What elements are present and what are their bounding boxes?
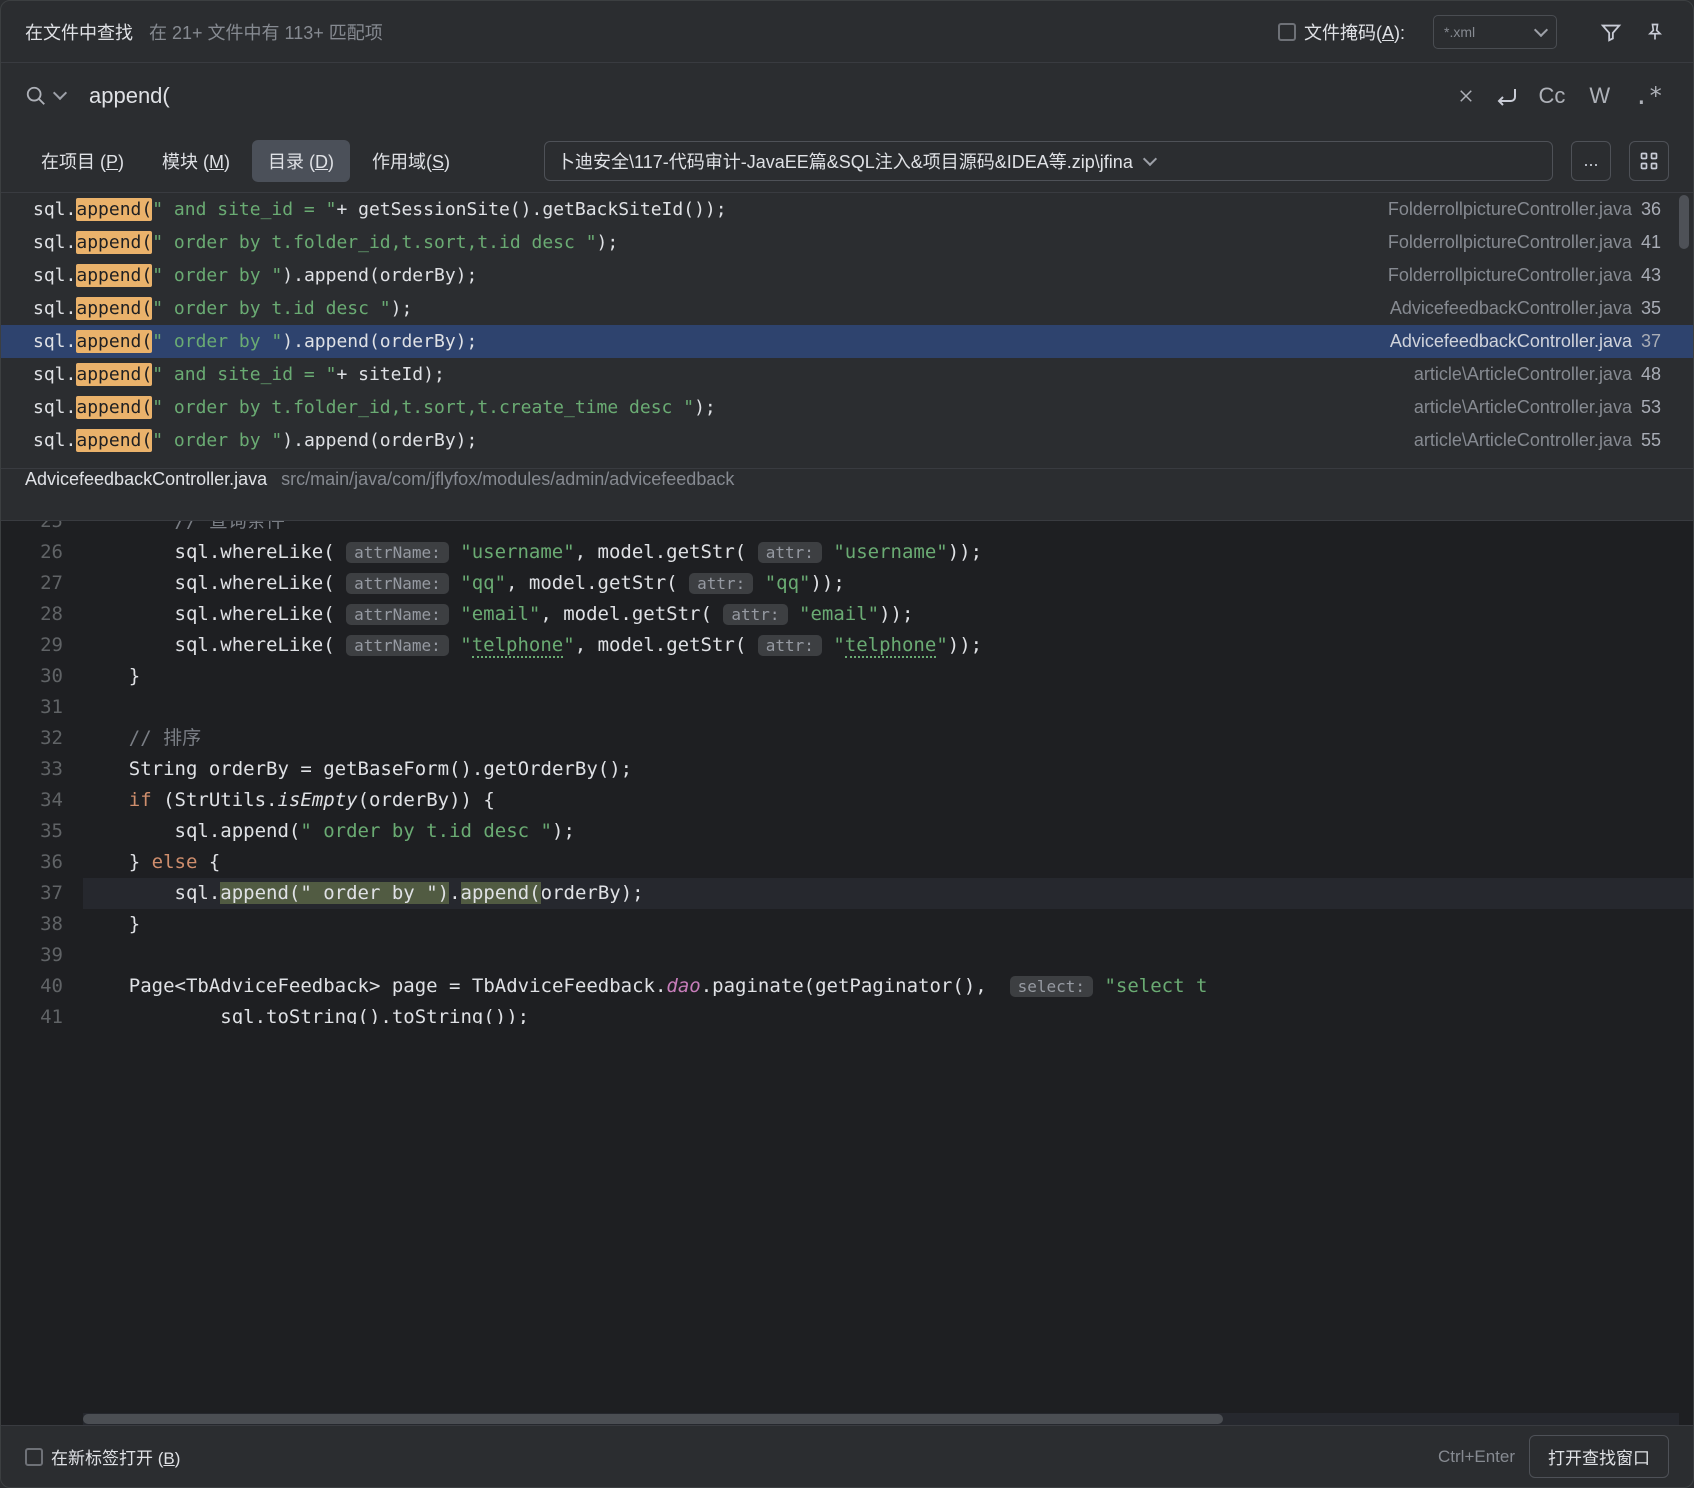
scope-tab[interactable]: 作用域(S) <box>356 140 466 182</box>
scrollbar-thumb[interactable] <box>1679 195 1689 249</box>
code-line: // 排序 <box>83 723 1693 754</box>
gutter-line-number: 36 <box>1 847 63 878</box>
scope-tab[interactable]: 模块 (M) <box>146 140 246 182</box>
regex-toggle[interactable]: .* <box>1628 82 1669 110</box>
code-line: sql.whereLike( attrName: "qq", model.get… <box>83 568 1693 599</box>
search-bar: Cc W .* <box>1 63 1693 129</box>
gutter-line-number: 37 <box>1 878 63 909</box>
clear-search-icon[interactable] <box>1452 82 1480 110</box>
chevron-down-icon <box>1143 151 1157 165</box>
gutter-line-number: 40 <box>1 971 63 1002</box>
preview-file-name: AdvicefeedbackController.java <box>25 469 267 490</box>
open-in-new-tab-checkbox[interactable]: 在新标签打开 (B) <box>25 1444 180 1469</box>
editor-horizontal-scrollbar[interactable] <box>83 1413 1679 1425</box>
file-mask-label: 文件掩码(A): <box>1304 19 1405 45</box>
checkbox-icon <box>1278 23 1296 41</box>
result-file: AdvicefeedbackController.java 37 <box>1378 331 1661 352</box>
code-line: sql.toString().toString()); <box>83 1002 1693 1024</box>
code-line: sql.whereLike( attrName: "username", mod… <box>83 537 1693 568</box>
gutter-line-number: 29 <box>1 630 63 661</box>
newline-icon[interactable] <box>1492 82 1520 110</box>
code-preview-editor[interactable]: 2526272829303132333435363738394041 // 查询… <box>1 521 1693 1425</box>
results-scrollbar[interactable] <box>1679 193 1691 468</box>
gutter-line-number: 27 <box>1 568 63 599</box>
footer: 在新标签打开 (B) Ctrl+Enter 打开查找窗口 <box>1 1425 1693 1487</box>
find-in-files-window: 在文件中查找 在 21+ 文件中有 113+ 匹配项 文件掩码(A): *.xm… <box>0 0 1694 1488</box>
tree-options-button[interactable] <box>1629 141 1669 181</box>
scope-bar: 在项目 (P)模块 (M)目录 (D)作用域(S) 卜迪安全\117-代码审计-… <box>1 129 1693 193</box>
shortcut-hint: Ctrl+Enter <box>1438 1447 1515 1467</box>
results-list: sql.append(" and site_id = " + getSessio… <box>1 193 1693 469</box>
code-line: // 查询条件 <box>83 521 1693 537</box>
match-stats: 在 21+ 文件中有 113+ 匹配项 <box>149 19 383 45</box>
preview-header: AdvicefeedbackController.java src/main/j… <box>1 469 1693 521</box>
code-line: sql.whereLike( attrName: "email", model.… <box>83 599 1693 630</box>
gutter-line-number: 39 <box>1 940 63 971</box>
editor-code: // 查询条件 sql.whereLike( attrName: "userna… <box>83 521 1693 1425</box>
gutter-line-number: 30 <box>1 661 63 692</box>
code-line: sql.append(" order by t.id desc "); <box>83 816 1693 847</box>
gutter-line-number: 25 <box>1 521 63 537</box>
gutter-line-number: 38 <box>1 909 63 940</box>
preview-file-path: src/main/java/com/jflyfox/modules/admin/… <box>281 469 734 490</box>
scope-tab[interactable]: 目录 (D) <box>252 140 350 182</box>
chevron-down-icon <box>1534 22 1548 36</box>
search-input[interactable] <box>87 82 1440 110</box>
title-bar: 在文件中查找 在 21+ 文件中有 113+ 匹配项 文件掩码(A): *.xm… <box>1 1 1693 63</box>
code-line <box>83 692 1693 723</box>
code-line <box>83 940 1693 971</box>
result-file: article\ArticleController.java 55 <box>1402 430 1661 451</box>
code-line: } <box>83 909 1693 940</box>
result-file: FolderrollpictureController.java 36 <box>1376 199 1661 220</box>
browse-path-button[interactable]: ... <box>1571 141 1611 181</box>
result-file: AdvicefeedbackController.java 35 <box>1378 298 1661 319</box>
code-line: if (StrUtils.isEmpty(orderBy)) { <box>83 785 1693 816</box>
scrollbar-thumb[interactable] <box>83 1414 1223 1424</box>
file-mask-value: *.xml <box>1444 24 1475 40</box>
open-find-window-button[interactable]: 打开查找窗口 <box>1529 1435 1669 1478</box>
code-line: } <box>83 661 1693 692</box>
code-line: String orderBy = getBaseForm().getOrderB… <box>83 754 1693 785</box>
result-row[interactable]: sql.append(" order by t.folder_id,t.sort… <box>1 391 1693 424</box>
match-case-toggle[interactable]: Cc <box>1532 83 1571 109</box>
gutter-line-number: 28 <box>1 599 63 630</box>
scope-tab[interactable]: 在项目 (P) <box>25 140 140 182</box>
filter-icon[interactable] <box>1597 18 1625 46</box>
pin-icon[interactable] <box>1641 18 1669 46</box>
open-in-new-tab-label: 在新标签打开 (B) <box>51 1444 180 1469</box>
directory-path-input[interactable]: 卜迪安全\117-代码审计-JavaEE篇&SQL注入&项目源码&IDEA等.z… <box>544 141 1553 181</box>
search-dropdown-icon[interactable] <box>53 86 67 100</box>
code-line: } else { <box>83 847 1693 878</box>
result-file: FolderrollpictureController.java 41 <box>1376 232 1661 253</box>
gutter-line-number: 32 <box>1 723 63 754</box>
result-row[interactable]: sql.append(" order by t.id desc ");Advic… <box>1 292 1693 325</box>
result-row[interactable]: sql.append(" and site_id = " + getSessio… <box>1 193 1693 226</box>
gutter-line-number: 33 <box>1 754 63 785</box>
file-mask-select[interactable]: *.xml <box>1433 15 1557 49</box>
directory-path-text: 卜迪安全\117-代码审计-JavaEE篇&SQL注入&项目源码&IDEA等.z… <box>557 148 1133 174</box>
result-file: article\ArticleController.java 48 <box>1402 364 1661 385</box>
code-line: sql.append(" order by ").append(orderBy)… <box>83 878 1693 909</box>
code-line: sql.whereLike( attrName: "telphone", mod… <box>83 630 1693 661</box>
code-line: Page<TbAdviceFeedback> page = TbAdviceFe… <box>83 971 1693 1002</box>
editor-gutter: 2526272829303132333435363738394041 <box>1 521 83 1425</box>
whole-word-toggle[interactable]: W <box>1583 83 1616 109</box>
gutter-line-number: 26 <box>1 537 63 568</box>
search-icon <box>25 85 47 107</box>
file-mask-checkbox[interactable]: 文件掩码(A): <box>1278 19 1405 45</box>
result-file: article\ArticleController.java 53 <box>1402 397 1661 418</box>
gutter-line-number: 34 <box>1 785 63 816</box>
result-row[interactable]: sql.append(" order by ").append(orderBy)… <box>1 259 1693 292</box>
result-row[interactable]: sql.append(" order by ").append(orderBy)… <box>1 325 1693 358</box>
gutter-line-number: 31 <box>1 692 63 723</box>
gutter-line-number: 35 <box>1 816 63 847</box>
checkbox-icon <box>25 1448 43 1466</box>
result-row[interactable]: sql.append(" order by ").append(orderBy)… <box>1 424 1693 457</box>
title: 在文件中查找 <box>25 19 133 45</box>
result-file: FolderrollpictureController.java 43 <box>1376 265 1661 286</box>
gutter-line-number: 41 <box>1 1002 63 1024</box>
result-row[interactable]: sql.append(" and site_id = " + siteId);a… <box>1 358 1693 391</box>
result-row[interactable]: sql.append(" order by t.folder_id,t.sort… <box>1 226 1693 259</box>
